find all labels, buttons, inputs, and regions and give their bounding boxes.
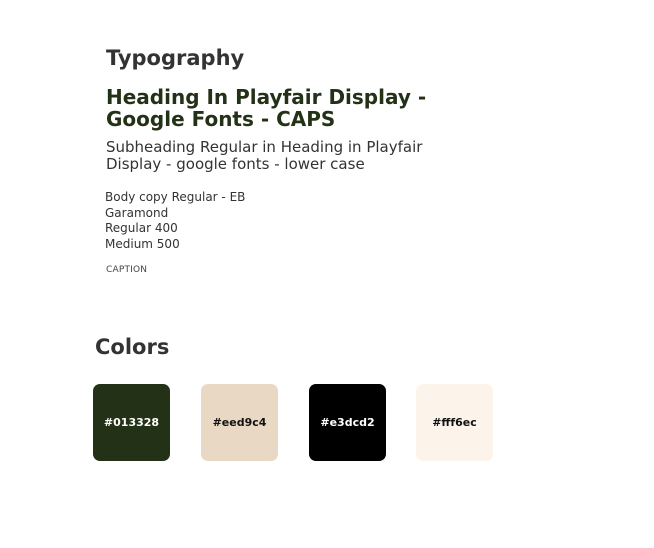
subheading-sample: Subheading Regular in Heading in Playfai… (106, 138, 423, 173)
body-copy-line: Medium 500 (105, 236, 180, 251)
color-swatch-label: #fff6ec (432, 416, 477, 429)
body-copy-sample: Body copy Regular - EB Garamond Regular … (105, 190, 245, 252)
heading-sample: Heading In Playfair Display - Google Fon… (106, 85, 427, 131)
color-swatch: #eed9c4 (201, 384, 278, 461)
caption-sample: CAPTION (106, 265, 148, 275)
typography-title: Typography (106, 46, 245, 70)
color-swatch-label: #eed9c4 (212, 416, 267, 429)
body-copy-line: Garamond (105, 205, 169, 220)
color-swatch: #e3dcd2 (309, 384, 386, 461)
color-swatch: #013328 (93, 384, 170, 461)
color-swatch-label: #013328 (103, 416, 160, 429)
color-swatch-label: #e3dcd2 (320, 416, 375, 429)
body-copy-line: Regular 400 (105, 221, 178, 235)
colors-title: Colors (95, 335, 170, 359)
color-swatch: #fff6ec (416, 384, 493, 461)
body-copy-line: Body copy Regular - EB (105, 190, 246, 204)
